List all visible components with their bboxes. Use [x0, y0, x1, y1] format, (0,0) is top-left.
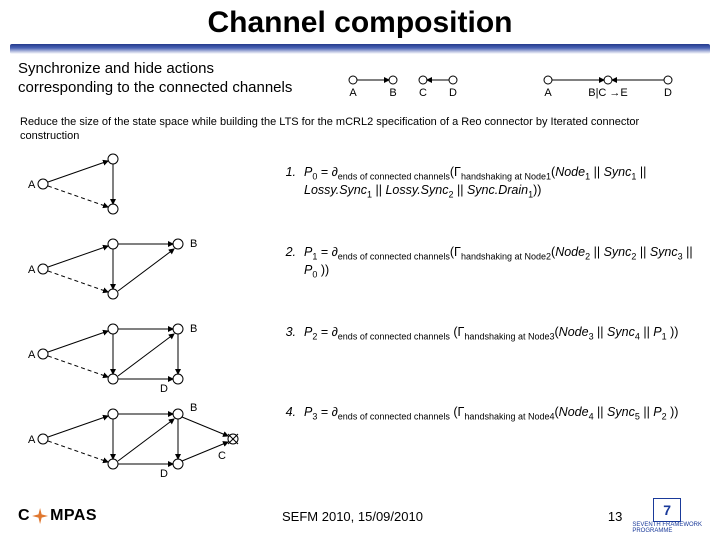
step2-num: 2. — [278, 224, 296, 261]
chain-label-D: D — [449, 87, 457, 99]
footer-center: SEFM 2010, 15/09/2010 — [97, 509, 608, 524]
chain-label-BCE: B|C →E — [588, 87, 628, 99]
diag4-C: C — [218, 450, 226, 462]
diag3-A: A — [28, 349, 36, 361]
step1-num: 1. — [278, 144, 296, 181]
sync-line1: Synchronize and hide actions — [18, 60, 214, 77]
chain-label-D2: D — [664, 87, 672, 99]
diag2-B: B — [190, 238, 197, 250]
step4-num: 4. — [278, 384, 296, 421]
footer: C MPAS SEFM 2010, 15/09/2010 13 7 SEVENT… — [0, 498, 720, 534]
step2-body: P1 = ∂ends of connected channels(Γhandsh… — [304, 224, 702, 281]
compas-c: C — [18, 507, 30, 525]
chain-label-A: A — [349, 87, 357, 99]
chain-label-A2: A — [544, 87, 552, 99]
compas-star-icon — [32, 508, 48, 524]
sync-line2: corresponding to the connected channels — [18, 79, 292, 96]
diag4-D: D — [160, 468, 168, 480]
diag4-A: A — [28, 434, 36, 446]
page-number: 13 — [608, 509, 622, 524]
slide-title: Channel composition — [0, 0, 720, 40]
title-rule — [10, 44, 710, 54]
reduce-text: Reduce the size of the state space while… — [0, 110, 720, 144]
diag3-B: B — [190, 323, 197, 335]
fp7-seven: 7 — [653, 498, 681, 522]
fp7-logo: 7 SEVENTH FRAMEWORKPROGRAMME — [632, 498, 702, 534]
step1-body: P0 = ∂ends of connected channels(Γhandsh… — [304, 144, 702, 201]
step-4: 4. P3 = ∂ends of connected channels (Γha… — [278, 384, 702, 464]
diag2-A: A — [28, 264, 36, 276]
chain-label-B: B — [389, 87, 396, 99]
channel-chain-diagram: A B C D A B|C →E D — [338, 60, 702, 110]
diag4-B: B — [190, 402, 197, 414]
sync-hide-text: Synchronize and hide actions correspondi… — [18, 60, 338, 98]
step3-num: 3. — [278, 304, 296, 341]
step-1: 1. P0 = ∂ends of connected channels(Γhan… — [278, 144, 702, 224]
step4-body: P3 = ∂ends of connected channels (Γhands… — [304, 384, 702, 423]
compas-logo: C MPAS — [18, 507, 97, 525]
diag1-A: A — [28, 179, 36, 191]
connector-diagrams: A A B — [18, 144, 278, 489]
step-3: 3. P2 = ∂ends of connected channels (Γha… — [278, 304, 702, 384]
chain-label-C: C — [419, 87, 427, 99]
step3-body: P2 = ∂ends of connected channels (Γhands… — [304, 304, 702, 343]
step-2: 2. P1 = ∂ends of connected channels(Γhan… — [278, 224, 702, 304]
fp7-caption: SEVENTH FRAMEWORKPROGRAMME — [632, 522, 702, 534]
diag3-D: D — [160, 383, 168, 395]
compas-mpas: MPAS — [50, 507, 97, 525]
